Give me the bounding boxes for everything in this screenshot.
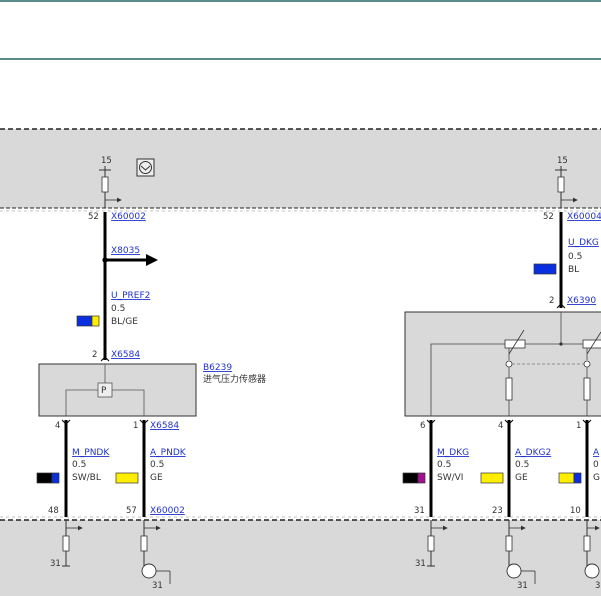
pin-52-left: 52 bbox=[88, 212, 99, 222]
wire-color-a-dkg-partial: G bbox=[593, 473, 600, 483]
ground-label-57: 31 bbox=[152, 581, 163, 591]
wire-size-m-dkg: 0.5 bbox=[437, 460, 451, 470]
color-swatch-bl-ge bbox=[76, 315, 100, 327]
signal-a-pndk[interactable]: A_PNDK bbox=[150, 448, 187, 458]
pin-4-left: 4 bbox=[55, 421, 60, 431]
supply-label-left: 15 bbox=[101, 156, 112, 166]
wire-color-m-dkg: SW/VI bbox=[437, 473, 463, 483]
color-swatch-sw-vi bbox=[402, 472, 426, 484]
wire-color-u-dkg: BL bbox=[568, 265, 579, 275]
signal-m-dkg[interactable]: M_DKG bbox=[437, 448, 469, 458]
wire-size-u-pref2: 0.5 bbox=[111, 304, 125, 314]
pin-57: 57 bbox=[126, 506, 137, 516]
signal-a-dkg-partial[interactable]: A bbox=[593, 448, 600, 458]
signal-u-dkg[interactable]: U_DKG bbox=[568, 238, 599, 248]
connector-x60002-top[interactable]: X60002 bbox=[111, 212, 146, 222]
wire-color-m-pndk: SW/BL bbox=[72, 473, 101, 483]
connector-x6584-top[interactable]: X6584 bbox=[111, 350, 140, 360]
connector-x60002-bottom[interactable]: X60002 bbox=[150, 506, 185, 516]
wire-color-a-dkg2: GE bbox=[515, 473, 528, 483]
color-swatch-ge-mid bbox=[480, 472, 504, 484]
color-swatch-ge-bl bbox=[558, 472, 582, 484]
signal-m-pndk[interactable]: M_PNDK bbox=[72, 448, 110, 458]
pin-52-right: 52 bbox=[543, 212, 554, 222]
pin-10: 10 bbox=[570, 506, 581, 516]
wire-size-m-pndk: 0.5 bbox=[72, 460, 86, 470]
diagnostic-plug-icon[interactable] bbox=[136, 158, 155, 177]
signal-u-pref2[interactable]: U_PREF2 bbox=[111, 291, 150, 301]
color-swatch-sw-bl bbox=[36, 472, 60, 484]
sensor-b6239[interactable]: P bbox=[38, 363, 197, 417]
color-swatch-bl bbox=[533, 263, 557, 275]
wire-color-a-pndk: GE bbox=[150, 473, 163, 483]
pin-2-left: 2 bbox=[92, 350, 97, 360]
ground-label-23: 31 bbox=[517, 581, 528, 591]
ground-label-10: 31 bbox=[595, 581, 601, 591]
ground-label-31: 31 bbox=[415, 559, 426, 569]
component-name: 进气压力传感器 bbox=[203, 373, 266, 385]
connector-x60004-top[interactable]: X60004 bbox=[567, 212, 601, 222]
supply-label-right: 15 bbox=[557, 156, 568, 166]
throttle-actuator[interactable] bbox=[404, 311, 601, 417]
supply-panel bbox=[0, 129, 601, 208]
wire-color-u-pref2: BL/GE bbox=[111, 317, 138, 327]
connector-x8035[interactable]: X8035 bbox=[111, 246, 140, 256]
pin-48: 48 bbox=[48, 506, 59, 516]
arrow-right-icon bbox=[146, 254, 158, 266]
signal-a-dkg2[interactable]: A_DKG2 bbox=[515, 448, 551, 458]
sensor-symbol: P bbox=[101, 386, 107, 396]
pin-4-right: 4 bbox=[498, 421, 503, 431]
pin-1-right: 1 bbox=[576, 421, 581, 431]
ground-label-48: 31 bbox=[50, 559, 61, 569]
ground-panel bbox=[0, 520, 601, 596]
pin-1-left: 1 bbox=[133, 421, 138, 431]
pin-31: 31 bbox=[414, 506, 425, 516]
connector-x6584-bottom[interactable]: X6584 bbox=[150, 421, 179, 431]
connector-x6390[interactable]: X6390 bbox=[567, 296, 596, 306]
pin-2-right: 2 bbox=[549, 296, 554, 306]
wiring-diagram: 15 15 52 X60002 X8035 U_PREF2 0.5 BL/GE … bbox=[0, 128, 601, 596]
component-id[interactable]: B6239 bbox=[203, 363, 232, 373]
wire-size-a-dkg-partial: 0 bbox=[593, 460, 599, 470]
pin-6: 6 bbox=[420, 421, 425, 431]
pin-23: 23 bbox=[492, 506, 503, 516]
wire-size-a-pndk: 0.5 bbox=[150, 460, 164, 470]
color-swatch-ge-left bbox=[115, 472, 139, 484]
wire-size-a-dkg2: 0.5 bbox=[515, 460, 529, 470]
wire-size-u-dkg: 0.5 bbox=[568, 252, 582, 262]
